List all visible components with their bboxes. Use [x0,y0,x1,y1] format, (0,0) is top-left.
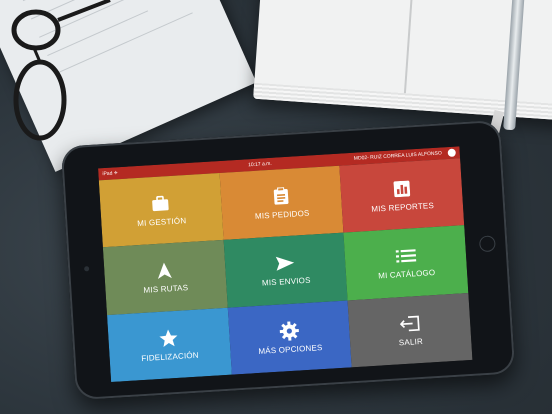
glasses-image [11,0,111,141]
carrier-label: iPad ✈ [102,170,119,178]
tile-label: MIS PEDIDOS [254,208,310,222]
tile-fidelizacion[interactable]: FIDELIZACIÓN [107,307,232,383]
tile-mis-rutas[interactable]: MIS RUTAS [102,240,228,315]
tile-label: MIS ENVIOS [261,276,311,289]
menu-grid: MI GESTIÓN MIS PEDIDOS MIS REPORTES MIS … [98,158,473,383]
tablet-device: iPad ✈ 10:17 a.m. MD02- RUIZ CORREA LUIS… [60,119,516,401]
tile-label: MÁS OPCIONES [258,342,323,356]
tile-mas-opciones[interactable]: MÁS OPCIONES [227,300,352,375]
briefcase-icon [150,193,171,214]
tile-label: MI GESTIÓN [136,216,187,229]
user-icon[interactable] [447,148,456,158]
bar-chart-icon [391,179,412,200]
star-icon [158,328,179,349]
gear-icon [279,320,300,341]
camera-dot [84,266,90,272]
tile-label: FIDELIZACIÓN [141,350,199,363]
home-button[interactable] [478,235,496,253]
logout-icon [399,313,420,334]
tile-label: MIS RUTAS [143,283,189,296]
send-icon [275,253,296,274]
list-icon [395,246,417,267]
tile-mis-envios[interactable]: MIS ENVIOS [223,232,348,308]
tile-label: SALIR [398,336,424,348]
tile-salir[interactable]: SALIR [347,292,473,368]
tile-mi-catalogo[interactable]: MI CATÁLOGO [343,225,469,301]
tile-mi-gestion[interactable]: MI GESTIÓN [98,173,224,248]
navigation-arrow-icon [154,260,175,281]
tile-mis-reportes[interactable]: MIS REPORTES [339,158,465,233]
app-screen: iPad ✈ 10:17 a.m. MD02- RUIZ CORREA LUIS… [98,146,473,383]
tile-label: MIS REPORTES [371,201,435,214]
tile-label: MI CATÁLOGO [377,268,436,281]
tile-mis-pedidos[interactable]: MIS PEDIDOS [219,165,344,241]
clipboard-icon [271,186,292,207]
clock-time: 10:17 a.m. [247,160,272,169]
